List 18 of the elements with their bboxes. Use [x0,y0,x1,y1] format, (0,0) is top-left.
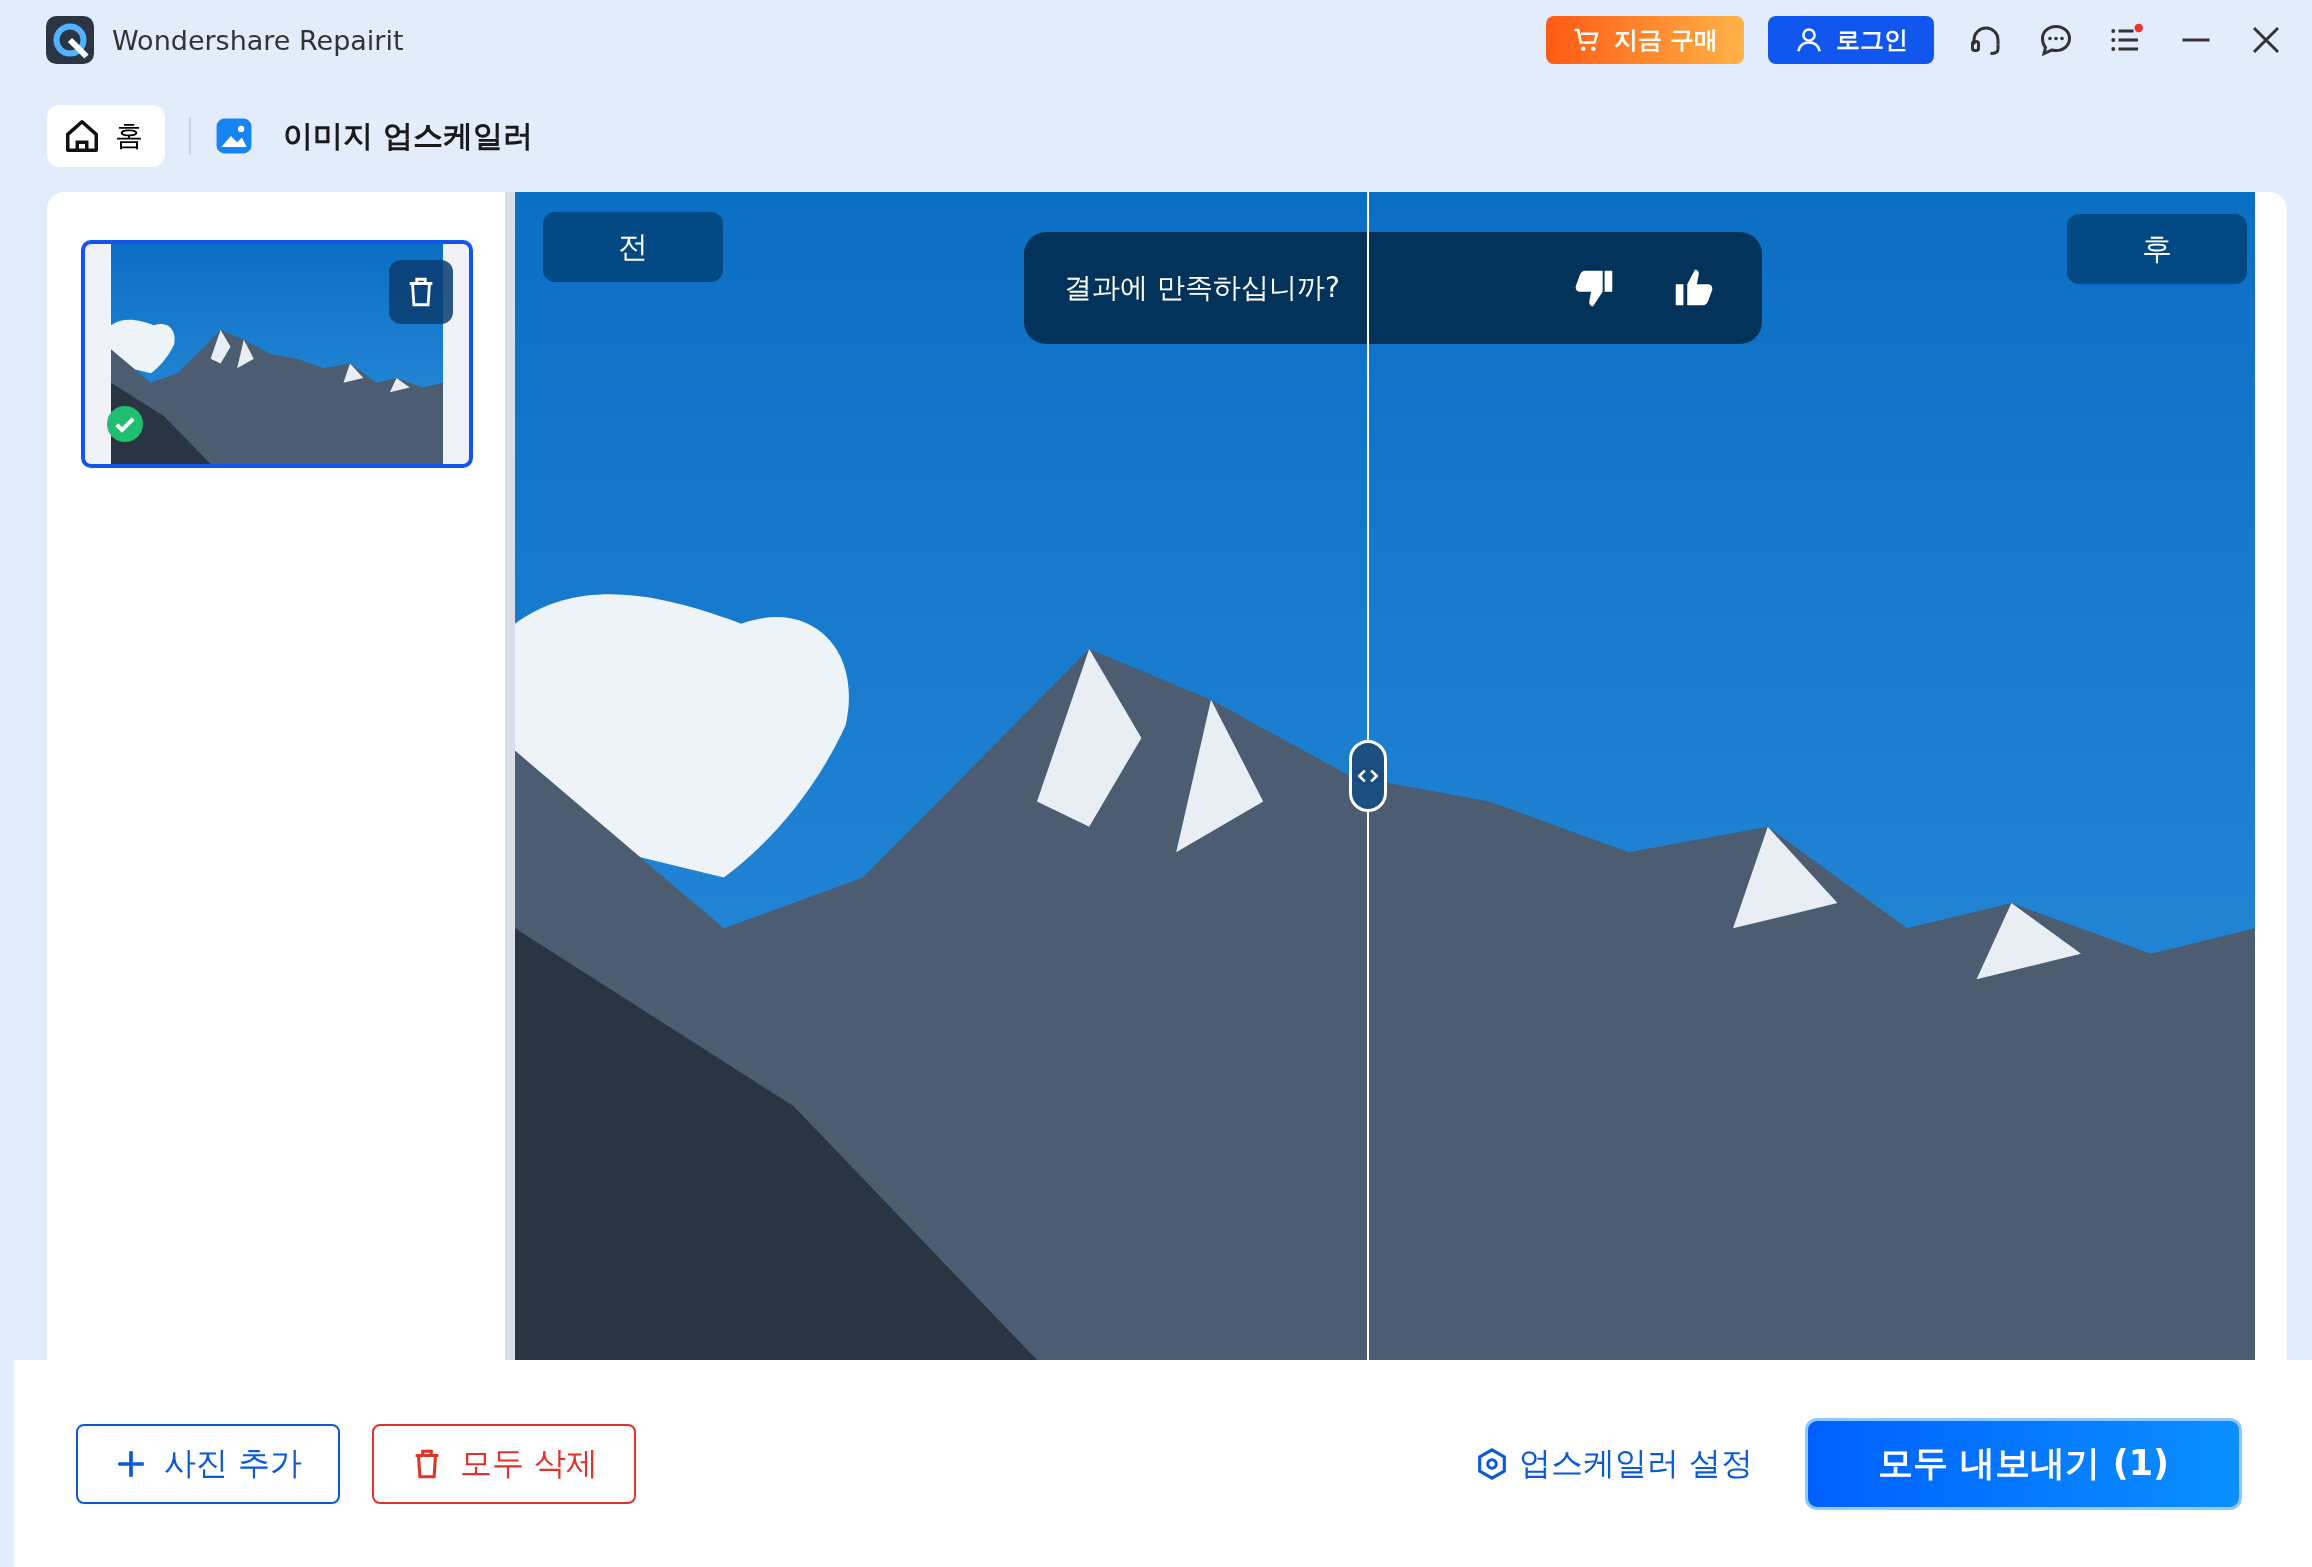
login-button[interactable]: 로그인 [1768,16,1934,64]
window-title: Wondershare Repairit [112,24,404,56]
split-slider[interactable] [1348,192,1387,1360]
page-title: 이미지 업스케일러 [283,116,534,155]
upscaler-settings-link[interactable]: 업스케일러 설정 [1475,1441,1754,1486]
image-icon [215,117,253,155]
feedback-question: 결과에 만족하십니까? [1064,270,1341,306]
home-icon [63,117,101,155]
before-label: 전 [543,212,723,282]
after-label: 후 [2067,214,2247,284]
export-all-button[interactable]: 모두 내보내기 (1) [1805,1417,2242,1510]
app-logo-icon [46,16,94,64]
chat-icon[interactable] [2038,22,2074,58]
home-button[interactable]: 홈 [47,105,165,167]
add-photo-button[interactable]: 사진 추가 [76,1423,341,1504]
delete-all-button[interactable]: 모두 삭제 [372,1423,637,1504]
image-thumbnail[interactable] [81,240,473,468]
delete-thumbnail-button[interactable] [389,260,453,324]
